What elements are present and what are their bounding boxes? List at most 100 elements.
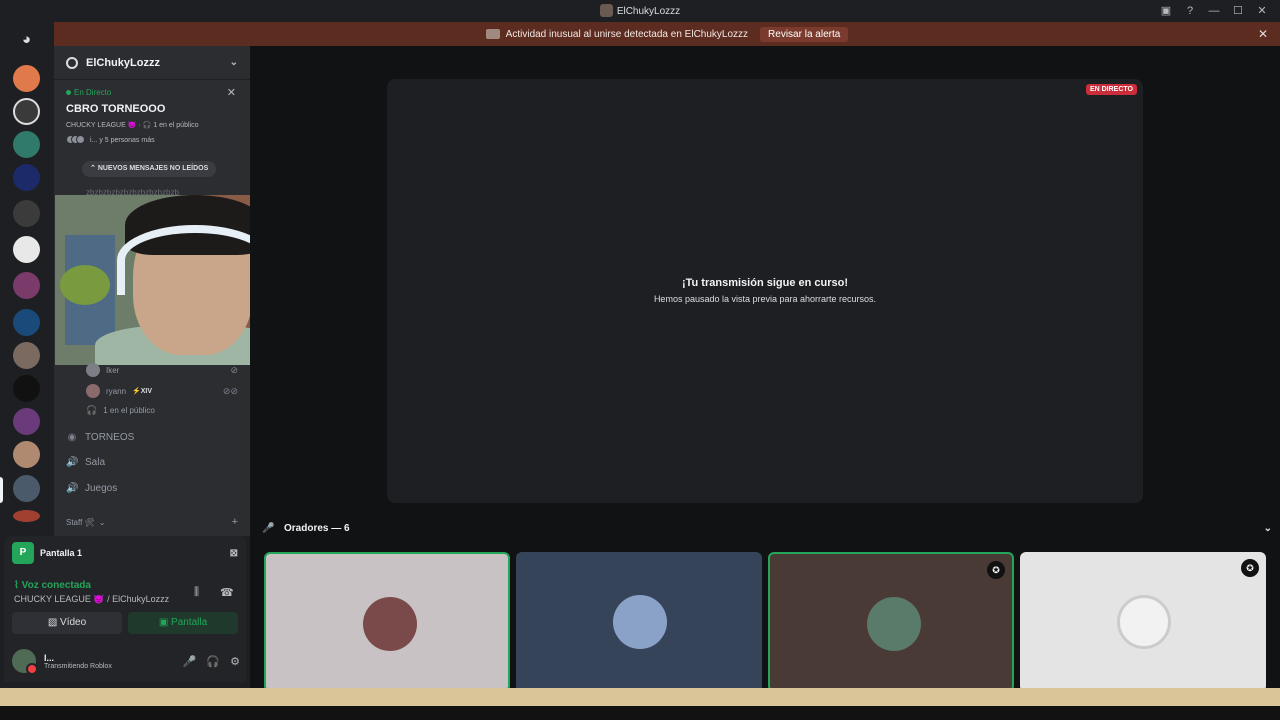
stage-meta: CHUCKY LEAGUE 😈 · 🎧 1 en el público (66, 122, 199, 129)
muted-status-icon: ⊘⊘ (222, 385, 238, 396)
screen-title: Pantalla 1 (40, 548, 83, 558)
server-name: ElChukyLozzz (86, 56, 160, 69)
server-folder-icon[interactable] (13, 200, 40, 227)
video-button[interactable]: ▧ Vídeo (12, 612, 122, 634)
channel-label: Sala (85, 457, 106, 468)
voice-user[interactable]: ryann ⚡XIV ⊘⊘ (86, 384, 238, 398)
server-icon[interactable] (13, 375, 40, 402)
avatar (86, 384, 100, 398)
chevron-down-icon: ⌄ (98, 517, 106, 527)
channel-juegos[interactable]: 🔊 Juegos (66, 483, 117, 494)
review-alert-button[interactable]: Revisar la alerta (760, 26, 849, 42)
server-icon[interactable] (13, 475, 40, 502)
unusual-activity-alert: Actividad inusual al unirse detectada en… (54, 22, 1280, 46)
user-tag: ⚡XIV (132, 388, 153, 395)
speaker-tile[interactable]: ✪ (768, 552, 1014, 692)
gear-icon[interactable]: ⚙ (230, 655, 240, 668)
maximize-icon[interactable]: ☐ (1230, 3, 1246, 19)
stage-main: EN DIRECTO ¡Tu transmisión sigue en curs… (250, 46, 1280, 692)
close-window-icon[interactable]: ✕ (1254, 3, 1270, 19)
close-alert-icon[interactable]: ✕ (1258, 27, 1268, 41)
new-unread-messages-bar[interactable]: ⌃ NUEVOS MENSAJES NO LEÍDOS (82, 161, 217, 177)
live-dot-icon (66, 90, 71, 95)
microphone-icon: 🎤 (262, 522, 275, 534)
avatar (66, 135, 85, 146)
speakers-header[interactable]: 🎤 Oradores — 6 ⌄ (262, 520, 1272, 536)
server-icon[interactable] (13, 236, 40, 263)
minimize-icon[interactable]: — (1206, 3, 1222, 19)
server-icon[interactable] (13, 164, 40, 191)
channel-label: TORNEOS (85, 432, 135, 443)
screen-icon: ▣ (158, 617, 169, 628)
video-off-icon: ▧ (47, 617, 58, 628)
signal-icon: ⌇ (14, 580, 19, 591)
voice-location[interactable]: CHUCKY LEAGUE 😈 / ElChukyLozzz (14, 594, 169, 605)
speaker-tile[interactable]: ✪ (1020, 552, 1266, 692)
live-indicator: En Directo (66, 88, 238, 97)
channel-torneos[interactable]: ◉ TORNEOS (66, 432, 135, 443)
channel-sala[interactable]: 🔊 Sala (66, 457, 105, 468)
stage-title: CBRO TORNEOOO (66, 103, 166, 115)
category-staff[interactable]: Staff 🛠 ⌄ + (66, 516, 238, 528)
chevron-down-icon: ⌄ (229, 57, 238, 68)
server-icon[interactable] (13, 342, 40, 369)
speaker-icon: 🔊 (66, 457, 79, 468)
server-folder-icon[interactable] (13, 272, 40, 299)
help-icon[interactable]: ? (1182, 3, 1198, 19)
speaker-tile[interactable] (264, 552, 510, 692)
voice-connected-status[interactable]: ⌇ Voz conectada (14, 580, 91, 591)
people-count: i... y 5 personas más (90, 137, 155, 144)
live-stage-card[interactable]: ✕ En Directo CBRO TORNEOOO CHUCKY LEAGUE… (54, 80, 250, 154)
moderator-icon: ✪ (987, 561, 1005, 579)
desktop-wallpaper-strip (0, 688, 1280, 720)
chevron-down-icon[interactable]: ⌄ (1264, 523, 1272, 534)
window-title: ElChukyLozzz (0, 4, 1280, 17)
close-icon[interactable]: ✕ (227, 86, 236, 99)
disconnect-icon[interactable]: ☎ (220, 586, 234, 599)
speakers-label: Oradores — 6 (284, 522, 350, 534)
title-bar: ElChukyLozzz ▣ ? — ☐ ✕ (0, 0, 1280, 22)
inbox-icon[interactable]: ▣ (1158, 3, 1174, 19)
muted-mic-icon: ⊘ (230, 364, 238, 375)
screen-share-row[interactable]: P Pantalla 1 ⊠ (12, 542, 238, 564)
server-icon[interactable] (13, 408, 40, 435)
voice-user-name: Iker (106, 365, 120, 375)
alert-text: Actividad inusual al unirse detectada en… (505, 28, 749, 40)
channel-label: Juegos (85, 483, 118, 494)
server-header[interactable]: ElChukyLozzz ⌄ (54, 46, 250, 80)
audience-row: 🎧 1 en el público (86, 405, 238, 416)
server-icon[interactable] (13, 98, 40, 125)
stream-preview[interactable]: EN DIRECTO ¡Tu transmisión sigue en curs… (387, 79, 1143, 503)
avatar (86, 363, 100, 377)
server-badge-icon (66, 56, 78, 69)
microphone-icon[interactable]: 🎤 (183, 655, 197, 668)
server-icon[interactable] (13, 65, 40, 92)
user-name: l... (44, 652, 55, 663)
stage-people: i... y 5 personas más (66, 135, 238, 146)
paused-title: ¡Tu transmisión sigue en curso! (681, 277, 849, 289)
screen-share-icon: P (12, 542, 34, 564)
user-panel[interactable]: l... Transmitiendo Roblox 🎤 🎧 ⚙ (12, 646, 240, 676)
avatar (613, 595, 667, 649)
avatar (12, 649, 38, 675)
screen-button[interactable]: ▣ Pantalla (128, 612, 238, 634)
server-icon[interactable] (13, 309, 40, 336)
avatar (363, 597, 417, 651)
category-label: Staff 🛠 (66, 517, 95, 527)
avatar (867, 597, 921, 651)
speaker-tile[interactable] (516, 552, 762, 692)
headphones-icon[interactable]: 🎧 (206, 655, 220, 668)
stop-sharing-icon[interactable]: ⊠ (230, 548, 238, 559)
server-icon[interactable] (13, 131, 40, 158)
server-avatar-icon (599, 4, 613, 17)
speaker-icon: 🔊 (66, 483, 79, 494)
paused-subtitle: Hemos pausado la vista previa para ahorr… (653, 294, 877, 304)
server-icon[interactable] (13, 441, 40, 468)
noise-suppression-icon[interactable]: ⫼ (194, 586, 199, 599)
voice-user[interactable]: Iker ⊘ (86, 363, 238, 377)
unread-label: NUEVOS MENSAJES NO LEÍDOS (97, 165, 209, 172)
add-channel-icon[interactable]: + (232, 516, 238, 528)
discord-home-icon[interactable]: ◕ (13, 26, 40, 53)
voice-panel: P Pantalla 1 ⊠ ⌇ Voz conectada CHUCKY LE… (4, 536, 246, 682)
server-icon[interactable] (13, 510, 40, 522)
